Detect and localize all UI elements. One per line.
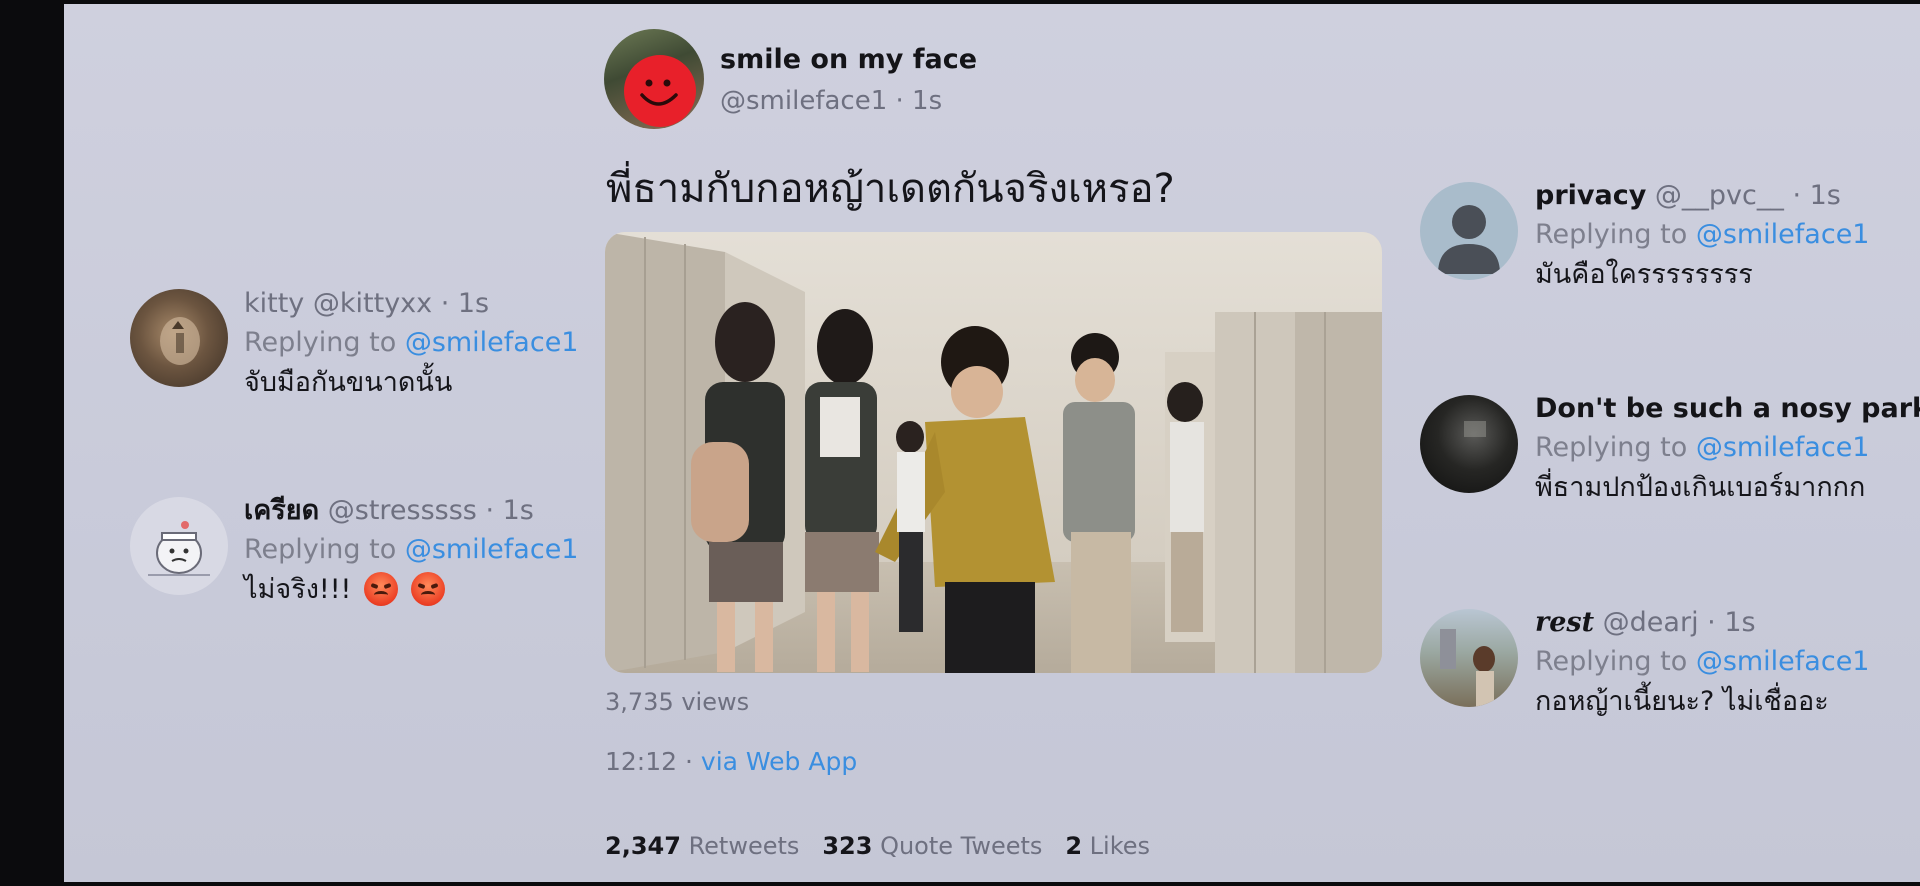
angry-face-emoji-icon	[363, 572, 398, 606]
reply-author-name[interactable]: Don't be such a nosy parker	[1535, 393, 1920, 424]
tweet-image[interactable]	[605, 232, 1382, 673]
replying-to-label: Replying to	[1535, 432, 1688, 463]
reply-card-rest[interactable]: rest @dearj · 1s Replying to @smileface1…	[1535, 604, 1869, 722]
mention-link[interactable]: @smileface1	[405, 327, 579, 358]
reply-author-name[interactable]: kitty	[244, 288, 304, 319]
cat-avatar-icon	[160, 317, 200, 365]
reply-author-name[interactable]: เครียด	[244, 495, 319, 526]
mention-link[interactable]: @smileface1	[1696, 432, 1870, 463]
rest-avatar[interactable]	[1420, 609, 1518, 707]
replying-to-line: Replying to @smileface1	[244, 530, 578, 570]
reply-author-handle[interactable]: @__pvc__ · 1s	[1655, 180, 1841, 211]
reply-author-handle[interactable]: @kittyxx · 1s	[313, 288, 489, 319]
dark-avatar-icon	[1464, 421, 1486, 437]
via-web-app-link[interactable]: via Web App	[701, 747, 857, 776]
nosy-parker-avatar[interactable]	[1420, 395, 1518, 493]
replying-to-line: Replying to @smileface1	[244, 323, 578, 363]
reply-card-privacy[interactable]: privacy @__pvc__ · 1s Replying to @smile…	[1535, 177, 1869, 295]
mention-link[interactable]: @smileface1	[1696, 219, 1870, 250]
replying-to-label: Replying to	[1535, 646, 1688, 677]
reply-author-name[interactable]: privacy	[1535, 180, 1646, 211]
reply-card-kitty[interactable]: kitty @kittyxx · 1s Replying to @smilefa…	[244, 285, 578, 403]
replying-to-label: Replying to	[244, 327, 397, 358]
reply-text-row: ไม่จริง!!!	[244, 570, 578, 610]
engagement-stats: 2,347 Retweets 323 Quote Tweets 2 Likes	[605, 832, 1150, 860]
likes-label[interactable]: Likes	[1090, 832, 1150, 860]
main-author-handle[interactable]: @smileface1 · 1s	[720, 86, 942, 116]
kitty-avatar[interactable]	[130, 289, 228, 387]
view-count: 3,735 views	[605, 688, 750, 716]
reply-text: กอหญ้าเนี้ยนะ? ไม่เชื่ออะ	[1535, 686, 1829, 717]
smile-face-avatar[interactable]	[604, 29, 704, 129]
stress-avatar[interactable]	[130, 497, 228, 595]
retweets-count[interactable]: 2,347	[605, 832, 681, 860]
reply-card-stress[interactable]: เครียด @stresssss · 1s Replying to @smil…	[244, 492, 578, 610]
tweet-screen: smile on my face @smileface1 · 1s พี่ธาม…	[64, 4, 1920, 882]
tweet-time: 12:12 ·	[605, 747, 693, 776]
replying-to-label: Replying to	[244, 534, 397, 565]
replying-to-label: Replying to	[1535, 219, 1688, 250]
main-author-name[interactable]: smile on my face	[720, 44, 977, 75]
replying-to-line: Replying to @smileface1	[1535, 215, 1869, 255]
quotes-label[interactable]: Quote Tweets	[880, 832, 1042, 860]
privacy-avatar[interactable]	[1420, 182, 1518, 280]
reply-text: ไม่จริง!!!	[244, 574, 352, 605]
tweet-timestamp-row: 12:12 · via Web App	[605, 747, 857, 776]
default-person-icon	[1438, 205, 1500, 274]
reply-author-handle[interactable]: @dearj · 1s	[1603, 607, 1756, 638]
reply-author-handle[interactable]: @stresssss · 1s	[328, 495, 534, 526]
replying-to-line: Replying to @smileface1	[1535, 642, 1869, 682]
cartoon-avatar-icon	[148, 521, 210, 576]
photo-avatar-icon	[1440, 629, 1495, 707]
reply-text: พี่ธามปกป้องเกินเบอร์มากกก	[1535, 472, 1866, 503]
mention-link[interactable]: @smileface1	[1696, 646, 1870, 677]
replying-to-line: Replying to @smileface1	[1535, 428, 1920, 468]
reply-text: จับมือกันขนาดนั้น	[244, 367, 453, 398]
retweets-label[interactable]: Retweets	[689, 832, 800, 860]
reply-text: มันคือใครรรรรรรร	[1535, 259, 1753, 290]
main-tweet-text: พี่ธามกับกอหญ้าเดตกันจริงเหรอ?	[606, 166, 1175, 212]
smiley-icon	[624, 55, 696, 127]
reply-card-nosy-parker[interactable]: Don't be such a nosy parker Replying to …	[1535, 390, 1920, 508]
quotes-count[interactable]: 323	[822, 832, 872, 860]
mention-link[interactable]: @smileface1	[405, 534, 579, 565]
reply-author-name[interactable]: rest	[1535, 607, 1594, 638]
likes-count[interactable]: 2	[1065, 832, 1082, 860]
angry-face-emoji-icon	[410, 572, 445, 606]
school-hallway-photo-icon	[605, 232, 1382, 673]
